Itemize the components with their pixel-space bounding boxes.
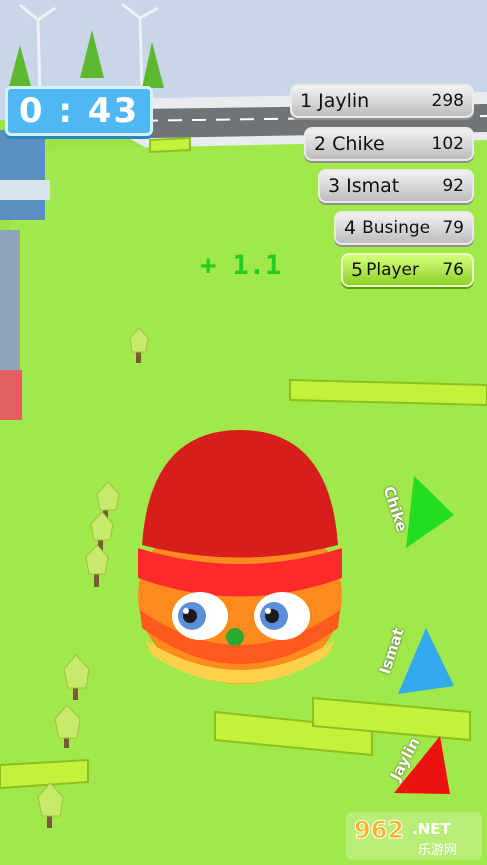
score-popup: + 1.1 [200,250,282,281]
leaderboard-name: Jaylin [318,90,370,112]
leaderboard-rank: 4 [344,217,357,239]
leaderboard-rank: 1 [300,90,313,112]
leaderboard-row: 4 Businge 79 [334,211,474,245]
match-timer: 0 : 43 [5,86,153,136]
svg-text:962: 962 [354,816,404,844]
leaderboard-score: 76 [442,260,464,280]
leaderboard-name: Businge [362,218,431,238]
leaderboard-row: 1 Jaylin 298 [290,84,474,118]
watermark-logo: 962 .NET 乐游网 [346,812,482,860]
leaderboard-score: 298 [431,91,464,111]
player-character [138,430,342,684]
leaderboard-row-player: 5 Player 76 [341,253,474,287]
svg-text:乐游网: 乐游网 [418,843,457,858]
leaderboard-score: 92 [442,176,464,196]
leaderboard-name: Ismat [346,175,400,197]
leaderboard-row: 3 Ismat 92 [318,169,474,203]
leaderboard-score: 79 [442,218,464,238]
leaderboard-rank: 2 [314,133,327,155]
leaderboard-name: Chike [332,133,385,155]
leaderboard-score: 102 [431,134,464,154]
leaderboard-name: Player [366,260,419,280]
svg-text:.NET: .NET [412,820,451,838]
leaderboard-row: 2 Chike 102 [304,127,474,161]
leaderboard-rank: 5 [351,259,364,281]
leaderboard-rank: 3 [328,175,341,197]
